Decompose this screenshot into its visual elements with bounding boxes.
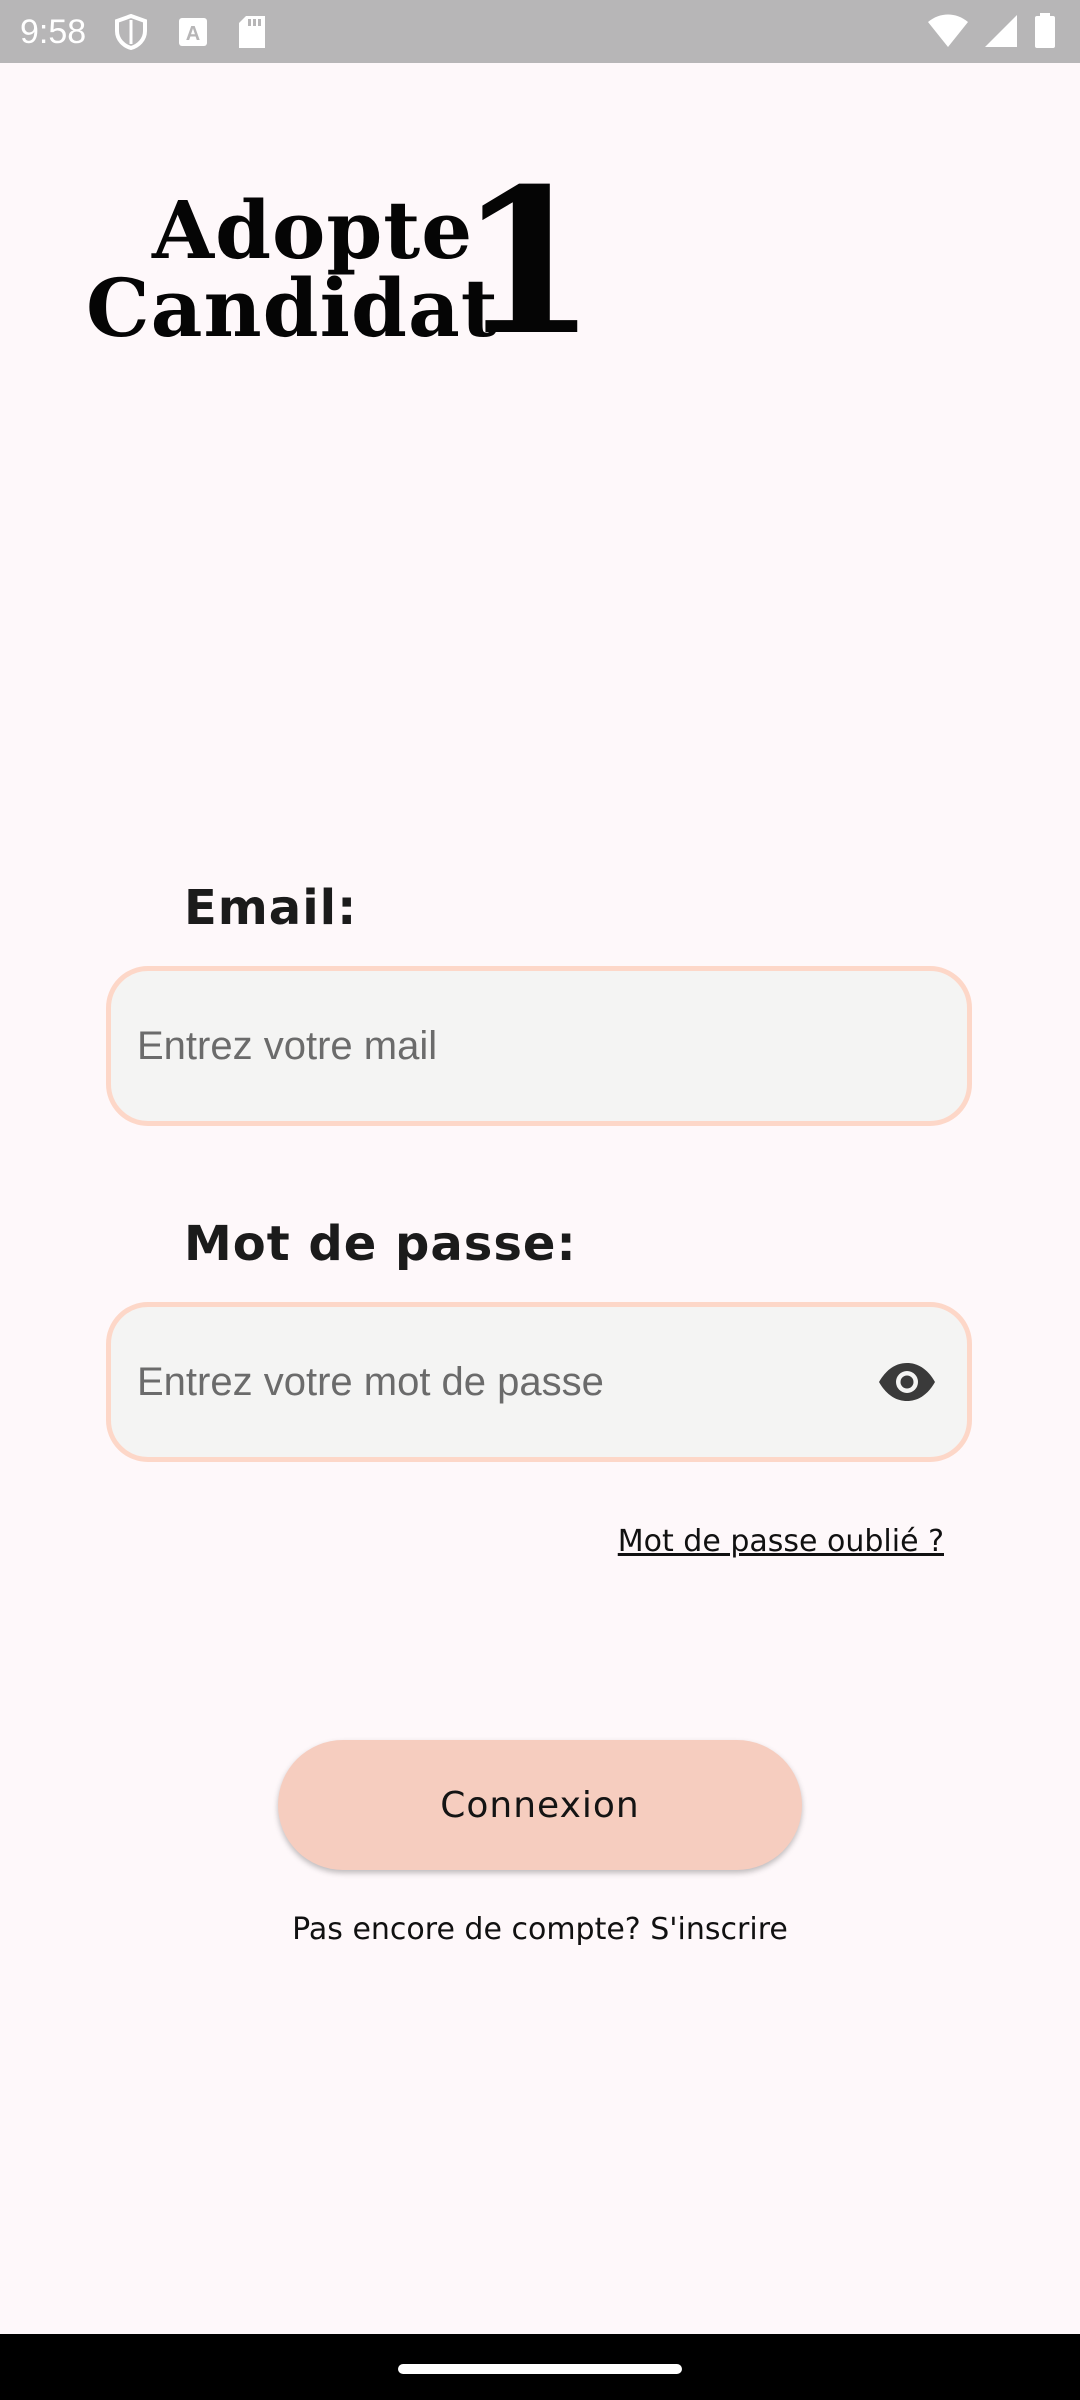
status-time: 9:58 bbox=[20, 13, 87, 51]
signup-container: Pas encore de compte? S'inscrire bbox=[0, 1905, 1080, 1945]
email-label: Email: bbox=[184, 880, 358, 936]
email-field[interactable] bbox=[137, 971, 857, 1121]
signup-link[interactable]: Pas encore de compte? S'inscrire bbox=[292, 1905, 788, 1945]
show-password-button[interactable] bbox=[875, 1355, 939, 1409]
battery-icon bbox=[1034, 13, 1056, 54]
password-field-container bbox=[106, 1302, 972, 1462]
text-a-icon: A bbox=[178, 17, 208, 52]
status-bar: 9:58 A bbox=[0, 0, 1080, 63]
app-logo: Adopte Candidat 1 bbox=[86, 163, 597, 363]
logo-word-candidat: Candidat bbox=[86, 261, 499, 355]
svg-text:A: A bbox=[186, 23, 200, 45]
password-label: Mot de passe: bbox=[184, 1216, 577, 1272]
eye-icon bbox=[879, 1363, 935, 1401]
logo-number: 1 bbox=[458, 145, 598, 380]
forgot-password-link[interactable]: Mot de passe oublié ? bbox=[618, 1522, 944, 1562]
status-notification-icons: A bbox=[114, 13, 266, 55]
shield-icon bbox=[114, 13, 148, 55]
signal-icon bbox=[984, 14, 1018, 53]
navigation-bar bbox=[0, 2334, 1080, 2400]
status-system-icons bbox=[928, 13, 1056, 54]
password-field[interactable] bbox=[137, 1307, 857, 1457]
sd-card-icon bbox=[238, 15, 266, 54]
logo-word-adopte: Adopte bbox=[152, 183, 474, 277]
home-gesture-handle[interactable] bbox=[398, 2364, 682, 2374]
wifi-icon bbox=[928, 14, 968, 53]
login-button[interactable]: Connexion bbox=[278, 1740, 802, 1870]
email-field-container bbox=[106, 966, 972, 1126]
